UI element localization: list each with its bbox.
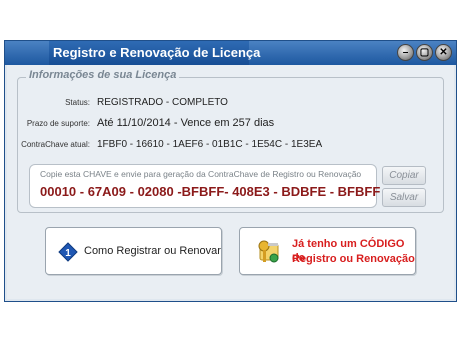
- chave-hint: Copie esta CHAVE e envie para geração da…: [40, 169, 362, 179]
- chave-code[interactable]: 00010 - 67A09 - 02080 -BFBFF- 408E3 - BD…: [40, 184, 380, 199]
- support-label: Prazo de suporte:: [26, 119, 90, 128]
- counterkey-label: ContraChave atual:: [21, 140, 90, 149]
- counterkey-value: 1FBF0 - 16610 - 1AEF6 - 01B1C - 1E54C - …: [97, 139, 323, 150]
- license-window: Registro e Renovação de Licença – ▢ ✕ In…: [4, 40, 457, 302]
- minimize-icon[interactable]: –: [397, 44, 414, 61]
- status-label: Status:: [65, 98, 90, 107]
- info-icon: 1: [58, 242, 78, 267]
- restore-icon[interactable]: ▢: [416, 44, 433, 61]
- close-icon[interactable]: ✕: [435, 44, 452, 61]
- register-renew-button[interactable]: 1 Como Registrar ou Renovar: [45, 227, 222, 275]
- support-value: Até 11/10/2014 - Vence em 257 dias: [97, 117, 275, 129]
- title-bar[interactable]: Registro e Renovação de Licença – ▢ ✕: [5, 41, 456, 65]
- have-code-button[interactable]: Já tenho um CÓDIGO de Registro ou Renova…: [239, 227, 416, 275]
- license-info-legend: Informações de sua Licença: [26, 69, 180, 81]
- window-title: Registro e Renovação de Licença: [53, 45, 261, 60]
- license-info-group: Informações de sua Licença Status: REGIS…: [17, 69, 444, 213]
- register-renew-label: Como Registrar ou Renovar: [84, 245, 221, 257]
- have-code-line2: Registro ou Renovação: [292, 253, 415, 265]
- key-certificate-icon: [256, 238, 282, 271]
- status-value: REGISTRADO - COMPLETO: [97, 97, 228, 108]
- save-button[interactable]: Salvar: [382, 188, 426, 207]
- window-controls: – ▢ ✕: [397, 44, 452, 61]
- copy-button[interactable]: Copiar: [382, 166, 426, 185]
- svg-text:1: 1: [65, 248, 71, 259]
- window-client-area: Informações de sua Licença Status: REGIS…: [7, 65, 454, 299]
- chave-box[interactable]: Copie esta CHAVE e envie para geração da…: [29, 164, 380, 208]
